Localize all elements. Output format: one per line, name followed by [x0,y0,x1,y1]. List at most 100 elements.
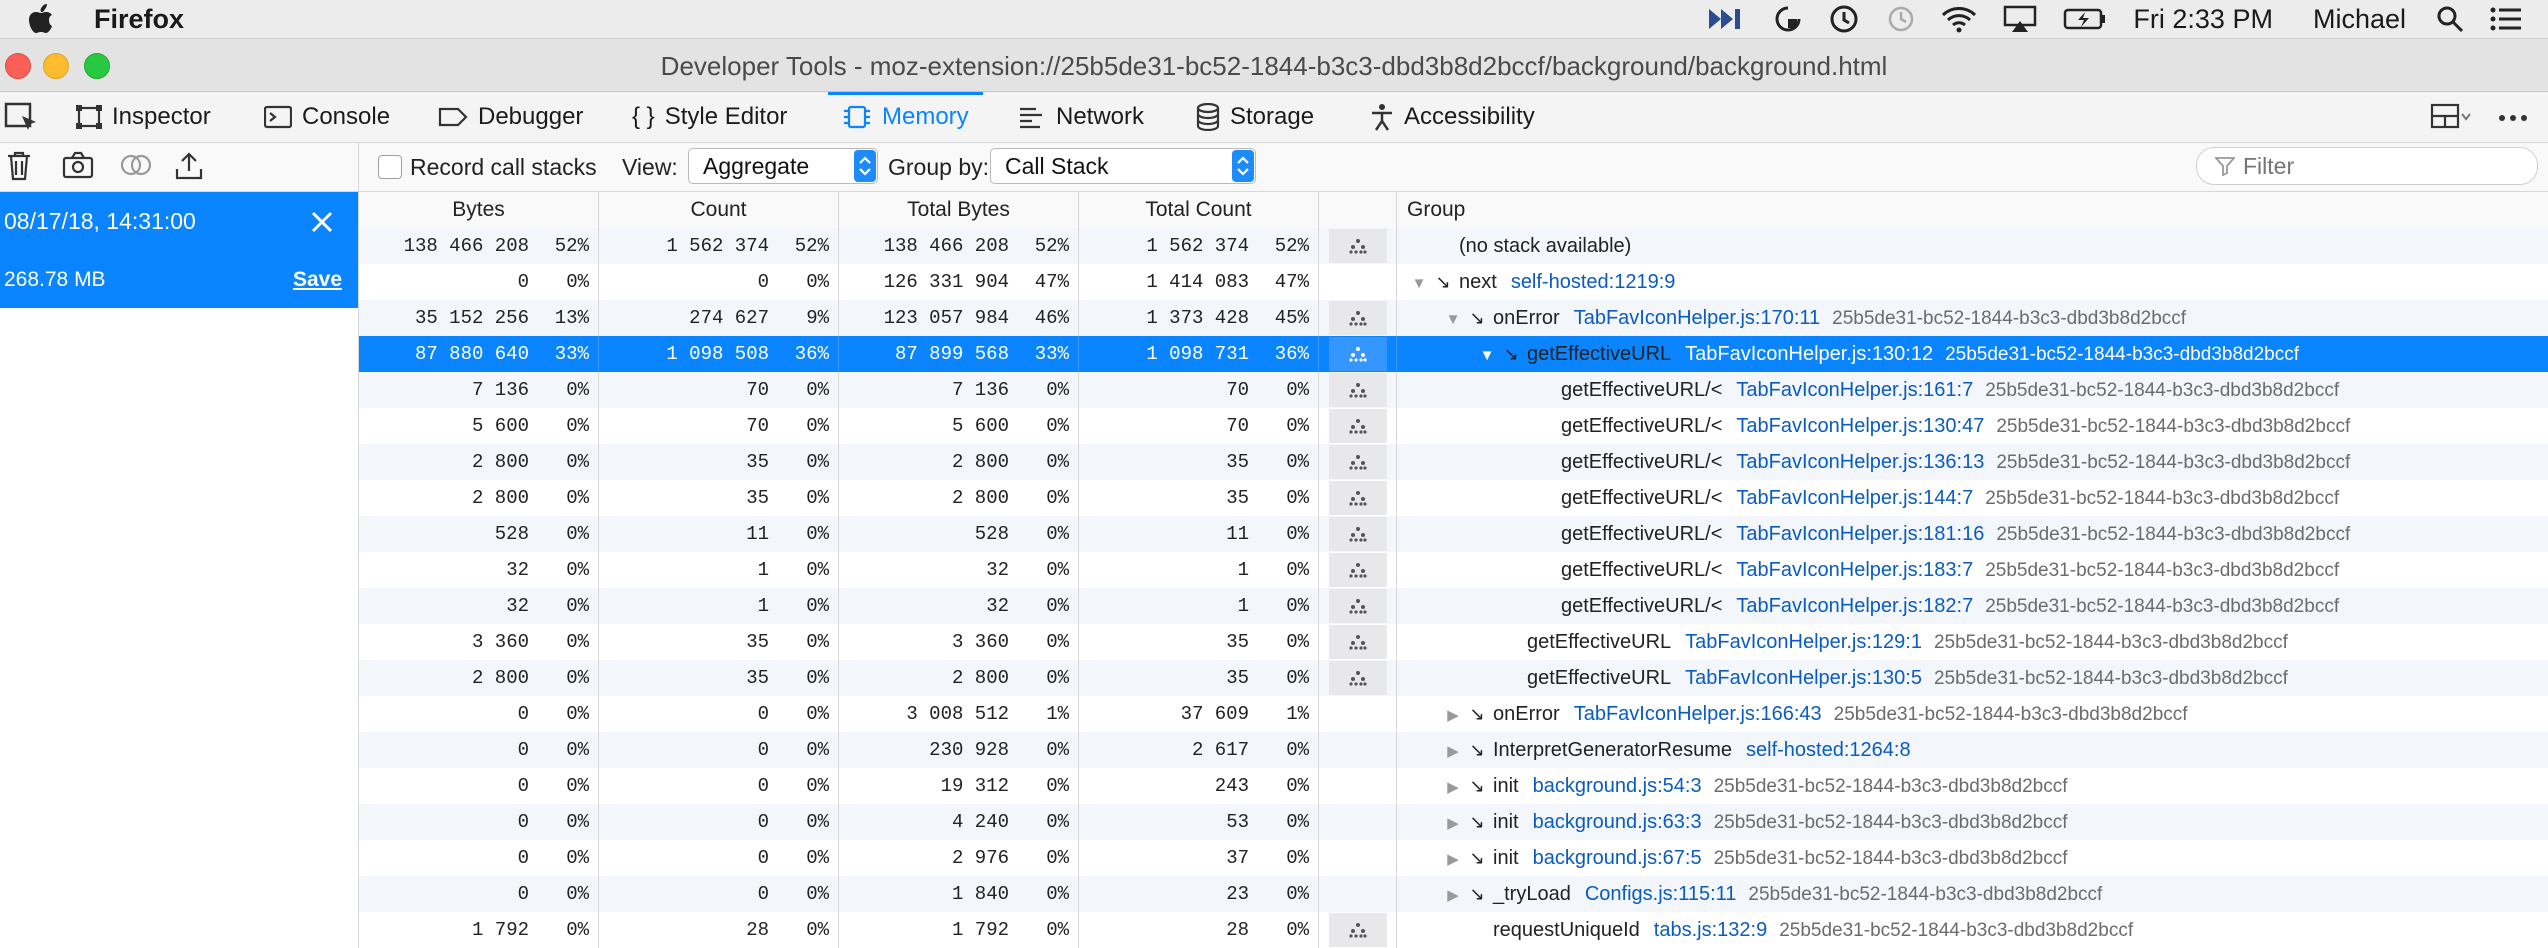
column-header-count[interactable]: Count [599,192,839,228]
twisty-collapsed-icon[interactable]: ▶ [1441,698,1465,734]
twisty-expanded-icon[interactable]: ▼ [1475,338,1499,374]
table-row[interactable]: 0 0% 0 0% 4 240 0% 53 0% ▶ ↘ init background.js:63:… [359,804,2548,840]
view-individuals-button[interactable] [1324,228,1392,264]
frame-source-link[interactable]: TabFavIconHelper.js:130:47 [1736,415,1984,437]
dock-layout-icon[interactable] [2430,102,2472,135]
frame-source-link[interactable]: TabFavIconHelper.js:136:13 [1736,451,1984,473]
time-machine-icon[interactable] [1885,4,1915,34]
frame-source-link[interactable]: TabFavIconHelper.js:161:7 [1736,379,1973,401]
view-individuals-button[interactable] [1324,300,1392,336]
tab-inspector[interactable]: Inspector [76,92,211,142]
battery-icon[interactable] [2063,7,2107,31]
table-row[interactable]: 138 466 208 52% 1 562 374 52% 138 466 208 52%… [359,228,2548,264]
view-individuals-button[interactable] [1324,624,1392,660]
diff-snapshots-icon[interactable] [120,151,152,184]
group-by-select[interactable]: Call Stack [990,148,1256,184]
table-row[interactable]: 2 800 0% 35 0% 2 800 0% 35 0% getEffectiveURL/< T… [359,480,2548,516]
view-individuals-button[interactable] [1324,912,1392,948]
frame-source-link[interactable]: TabFavIconHelper.js:166:43 [1574,703,1822,725]
save-snapshot-link[interactable]: Save [293,268,342,292]
twisty-collapsed-icon[interactable]: ▶ [1441,734,1465,770]
twisty-collapsed-icon[interactable]: ▶ [1441,806,1465,842]
table-row[interactable]: 32 0% 1 0% 32 0% 1 0% getEffectiveURL/< TabFavIco… [359,552,2548,588]
filter-input[interactable] [2241,152,2525,180]
table-row[interactable]: 1 792 0% 28 0% 1 792 0% 28 0% requestUniqueId tab… [359,912,2548,948]
table-row[interactable]: 32 0% 1 0% 32 0% 1 0% getEffectiveURL/< TabFavIco… [359,588,2548,624]
view-individuals-button[interactable] [1324,552,1392,588]
tab-debugger[interactable]: Debugger [438,92,583,142]
table-row[interactable]: 5 600 0% 70 0% 5 600 0% 70 0% getEffectiveURL/< T… [359,408,2548,444]
table-row[interactable]: 0 0% 0 0% 126 331 904 47% 1 414 083 47% ▼ ↘ next se… [359,264,2548,300]
tab-memory[interactable]: Memory [828,92,983,142]
view-individuals-button[interactable] [1324,480,1392,516]
tab-style-editor[interactable]: { } Style Editor [632,92,787,142]
table-row[interactable]: 0 0% 0 0% 230 928 0% 2 617 0% ▶ ↘ InterpretGenerat… [359,732,2548,768]
table-row[interactable]: 528 0% 11 0% 528 0% 11 0% getEffectiveURL/< TabFa… [359,516,2548,552]
close-icon[interactable] [308,208,336,236]
tab-console[interactable]: Console [264,92,390,142]
frame-source-link[interactable]: TabFavIconHelper.js:183:7 [1736,559,1973,581]
wifi-icon[interactable] [1941,5,1977,33]
import-icon[interactable] [174,151,204,186]
snapshot-item[interactable]: 08/17/18, 14:31:00 268.78 MB Save [0,192,358,308]
frame-source-link[interactable]: Configs.js:115:11 [1585,883,1737,905]
more-options-icon[interactable] [2498,110,2528,128]
table-row[interactable]: 0 0% 0 0% 1 840 0% 23 0% ▶ ↘ _tryLoad Configs.js:11… [359,876,2548,912]
column-header-total-count[interactable]: Total Count [1079,192,1319,228]
table-row[interactable]: 0 0% 0 0% 2 976 0% 37 0% ▶ ↘ init background.js:67:… [359,840,2548,876]
frame-source-link[interactable]: TabFavIconHelper.js:129:1 [1685,631,1922,653]
twisty-collapsed-icon[interactable]: ▶ [1441,770,1465,806]
power-icon[interactable] [1829,4,1859,34]
twisty-expanded-icon[interactable]: ▼ [1441,302,1465,338]
sync-icon[interactable] [1773,4,1803,34]
table-row[interactable]: 7 136 0% 70 0% 7 136 0% 70 0% getEffectiveURL/< T… [359,372,2548,408]
view-individuals-button[interactable] [1324,408,1392,444]
view-individuals-button[interactable] [1324,336,1392,372]
tab-accessibility[interactable]: Accessibility [1370,92,1535,142]
view-individuals-button[interactable] [1324,588,1392,624]
column-header-bytes[interactable]: Bytes [359,192,599,228]
view-select[interactable]: Aggregate [688,148,878,184]
forward-icon[interactable] [1707,6,1747,32]
tab-network[interactable]: Network [1018,92,1144,142]
spotlight-search-icon[interactable] [2436,5,2464,33]
frame-source-link[interactable]: TabFavIconHelper.js:170:11 [1574,307,1820,329]
frame-source-link[interactable]: self-hosted:1264:8 [1746,739,1911,761]
menubar-user[interactable]: Michael [2313,4,2406,35]
menubar-clock[interactable]: Fri 2:33 PM [2133,4,2273,35]
view-individuals-button[interactable] [1324,372,1392,408]
frame-source-link[interactable]: TabFavIconHelper.js:181:16 [1736,523,1984,545]
frame-source-link[interactable]: self-hosted:1219:9 [1511,271,1676,293]
frame-source-link[interactable]: background.js:54:3 [1533,775,1702,797]
table-row[interactable]: 3 360 0% 35 0% 3 360 0% 35 0% getEffectiveURL Tab… [359,624,2548,660]
frame-source-link[interactable]: TabFavIconHelper.js:182:7 [1736,595,1973,617]
table-row[interactable]: 2 800 0% 35 0% 2 800 0% 35 0% getEffectiveURL Tab… [359,660,2548,696]
tab-storage[interactable]: Storage [1196,92,1314,142]
twisty-collapsed-icon[interactable]: ▶ [1441,842,1465,878]
frame-source-link[interactable]: TabFavIconHelper.js:130:5 [1685,667,1922,689]
frame-source-link[interactable]: background.js:63:3 [1533,811,1702,833]
view-individuals-button[interactable] [1324,444,1392,480]
twisty-expanded-icon[interactable]: ▼ [1407,266,1431,302]
trash-icon[interactable] [6,151,32,186]
frame-source-link[interactable]: TabFavIconHelper.js:130:12 [1685,343,1933,365]
view-individuals-button[interactable] [1324,516,1392,552]
table-row[interactable]: 2 800 0% 35 0% 2 800 0% 35 0% getEffectiveURL/< T… [359,444,2548,480]
element-picker-icon[interactable] [4,100,40,134]
app-menu-name[interactable]: Firefox [94,4,184,35]
frame-source-link[interactable]: TabFavIconHelper.js:144:7 [1736,487,1973,509]
frame-source-link[interactable]: tabs.js:132:9 [1654,919,1767,941]
column-header-group[interactable]: Group [1397,192,2548,228]
camera-icon[interactable] [62,151,94,184]
apple-icon[interactable] [26,4,56,34]
view-individuals-button[interactable] [1324,660,1392,696]
table-row[interactable]: 87 880 640 33% 1 098 508 36% 87 899 568 33% 1 … [359,336,2548,372]
table-row[interactable]: 0 0% 0 0% 19 312 0% 243 0% ▶ ↘ init background.js:5… [359,768,2548,804]
record-call-stacks-checkbox[interactable] [378,155,402,179]
column-header-total-bytes[interactable]: Total Bytes [839,192,1079,228]
twisty-collapsed-icon[interactable]: ▶ [1441,878,1465,914]
table-row[interactable]: 0 0% 0 0% 3 008 512 1% 37 609 1% ▶ ↘ onError TabFav… [359,696,2548,732]
table-row[interactable]: 35 152 256 13% 274 627 9% 123 057 984 46% 1 37… [359,300,2548,336]
notification-center-icon[interactable] [2490,7,2522,31]
airplay-icon[interactable] [2003,5,2037,33]
